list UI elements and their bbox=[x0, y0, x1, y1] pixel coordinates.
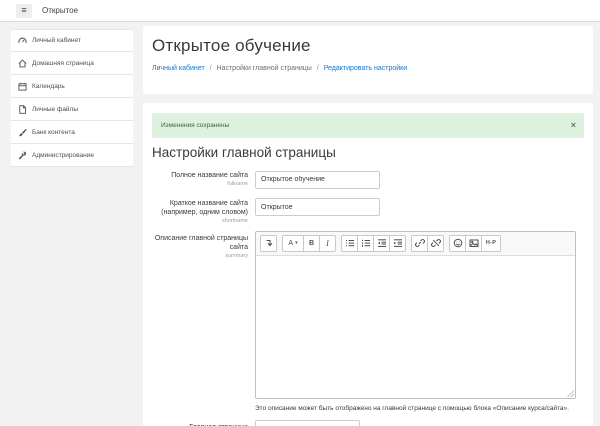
alert-message: Изменения сохранены bbox=[161, 122, 571, 129]
font-style-label: A bbox=[288, 240, 293, 247]
bold-button[interactable]: B bbox=[303, 235, 320, 252]
breadcrumb-separator: / bbox=[210, 65, 212, 72]
link-button[interactable] bbox=[411, 235, 428, 252]
atto-editor: A ▾ B I bbox=[255, 231, 576, 399]
emoji-button[interactable] bbox=[449, 235, 466, 252]
sidebar-item-label: Календарь bbox=[32, 83, 65, 90]
unordered-list-icon bbox=[345, 238, 355, 248]
italic-button[interactable]: I bbox=[319, 235, 336, 252]
form-row-shortname: Краткое название сайта (например, одним … bbox=[152, 196, 584, 224]
site-brand-link[interactable]: Открытое bbox=[42, 6, 78, 15]
form-row-frontpage: Главная страница bbox=[152, 420, 584, 426]
form-row-summary: Описание главной страницы сайта summary bbox=[152, 231, 584, 414]
resize-handle[interactable] bbox=[566, 389, 574, 397]
menu-toggle-button[interactable]: ≡ bbox=[16, 4, 32, 18]
collapse-arrow-icon bbox=[264, 238, 274, 248]
top-navbar: ≡ Открытое bbox=[0, 0, 600, 22]
breadcrumb-separator: / bbox=[317, 65, 319, 72]
wrench-icon bbox=[18, 151, 27, 160]
unlink-icon bbox=[431, 238, 441, 248]
file-icon bbox=[18, 105, 27, 114]
shortname-input[interactable] bbox=[255, 198, 380, 216]
breadcrumb-link-dashboard[interactable]: Личный кабинет bbox=[152, 65, 205, 72]
page-header-card: Открытое обучение Личный кабинет / Настр… bbox=[143, 26, 593, 94]
sidebar-item-label: Личные файлы bbox=[32, 106, 78, 113]
summary-machine-name: summary bbox=[152, 253, 248, 259]
indent-button[interactable] bbox=[389, 235, 406, 252]
fullname-machine-name: fullname bbox=[152, 181, 248, 187]
outdent-button[interactable] bbox=[373, 235, 390, 252]
unlink-button[interactable] bbox=[427, 235, 444, 252]
unordered-list-button[interactable] bbox=[341, 235, 358, 252]
indent-icon bbox=[393, 238, 403, 248]
editor-content-area[interactable] bbox=[256, 256, 575, 398]
link-icon bbox=[415, 238, 425, 248]
dashboard-icon bbox=[18, 36, 27, 45]
italic-label: I bbox=[326, 239, 329, 248]
breadcrumb-item-frontpage-settings: Настройки главной страницы bbox=[217, 65, 312, 72]
sidebar-item-label: Домашняя страница bbox=[32, 60, 94, 67]
nav-list: Личный кабинет Домашняя страница Календа… bbox=[11, 29, 133, 167]
summary-label: Описание главной страницы сайта bbox=[152, 234, 248, 252]
outdent-icon bbox=[377, 238, 387, 248]
sidebar-item-content-bank[interactable]: Банк контента bbox=[11, 121, 133, 144]
brush-icon bbox=[18, 128, 27, 137]
fullname-input[interactable] bbox=[255, 171, 380, 189]
fullname-label: Полное название сайта bbox=[152, 171, 248, 180]
hamburger-icon: ≡ bbox=[21, 6, 26, 15]
font-style-dropdown[interactable]: A ▾ bbox=[282, 235, 304, 252]
toolbar-group-format: A ▾ B I bbox=[282, 235, 336, 252]
toolbar-collapse-button[interactable] bbox=[260, 235, 277, 252]
sidebar-item-dashboard[interactable]: Личный кабинет bbox=[11, 29, 133, 52]
image-icon bbox=[469, 238, 479, 248]
success-alert: Изменения сохранены × bbox=[152, 113, 584, 138]
sidebar-item-label: Администрирование bbox=[32, 152, 94, 159]
alert-close-icon[interactable]: × bbox=[571, 121, 576, 130]
settings-form-card: Изменения сохранены × Настройки главной … bbox=[143, 103, 593, 426]
ordered-list-icon bbox=[361, 238, 371, 248]
image-button[interactable] bbox=[465, 235, 482, 252]
form-section-heading: Настройки главной страницы bbox=[152, 145, 584, 160]
form-row-fullname: Полное название сайта fullname bbox=[152, 168, 584, 189]
bold-label: B bbox=[309, 240, 314, 247]
breadcrumb: Личный кабинет / Настройки главной стран… bbox=[152, 65, 584, 72]
sidebar-item-label: Банк контента bbox=[32, 129, 75, 136]
summary-help-text: Это описание может быть отображено на гл… bbox=[255, 404, 576, 414]
h5p-label: H-P bbox=[486, 240, 496, 246]
sidebar-item-calendar[interactable]: Календарь bbox=[11, 75, 133, 98]
toolbar-group-media: H-P bbox=[449, 235, 501, 252]
shortname-machine-name: shortname bbox=[152, 218, 248, 224]
main-region: Открытое обучение Личный кабинет / Настр… bbox=[133, 23, 600, 426]
toolbar-group-links bbox=[411, 235, 444, 252]
h5p-button[interactable]: H-P bbox=[481, 235, 501, 252]
emoji-icon bbox=[453, 238, 463, 248]
shortname-label: Краткое название сайта (например, одним … bbox=[152, 199, 248, 217]
sidebar-item-label: Личный кабинет bbox=[32, 37, 81, 44]
sidebar-item-private-files[interactable]: Личные файлы bbox=[11, 98, 133, 121]
editor-toolbar: A ▾ B I bbox=[256, 232, 575, 256]
calendar-icon bbox=[18, 82, 27, 91]
chevron-down-icon: ▾ bbox=[295, 240, 298, 246]
breadcrumb-link-edit-settings[interactable]: Редактировать настройки bbox=[324, 65, 407, 72]
frontpage-select[interactable] bbox=[255, 420, 360, 426]
toolbar-group-collapse bbox=[260, 235, 277, 252]
sidebar-item-administration[interactable]: Администрирование bbox=[11, 144, 133, 167]
nav-drawer: Личный кабинет Домашняя страница Календа… bbox=[0, 23, 133, 426]
ordered-list-button[interactable] bbox=[357, 235, 374, 252]
page-title: Открытое обучение bbox=[152, 36, 584, 56]
toolbar-group-lists bbox=[341, 235, 406, 252]
sidebar-item-home[interactable]: Домашняя страница bbox=[11, 52, 133, 75]
home-icon bbox=[18, 59, 27, 68]
